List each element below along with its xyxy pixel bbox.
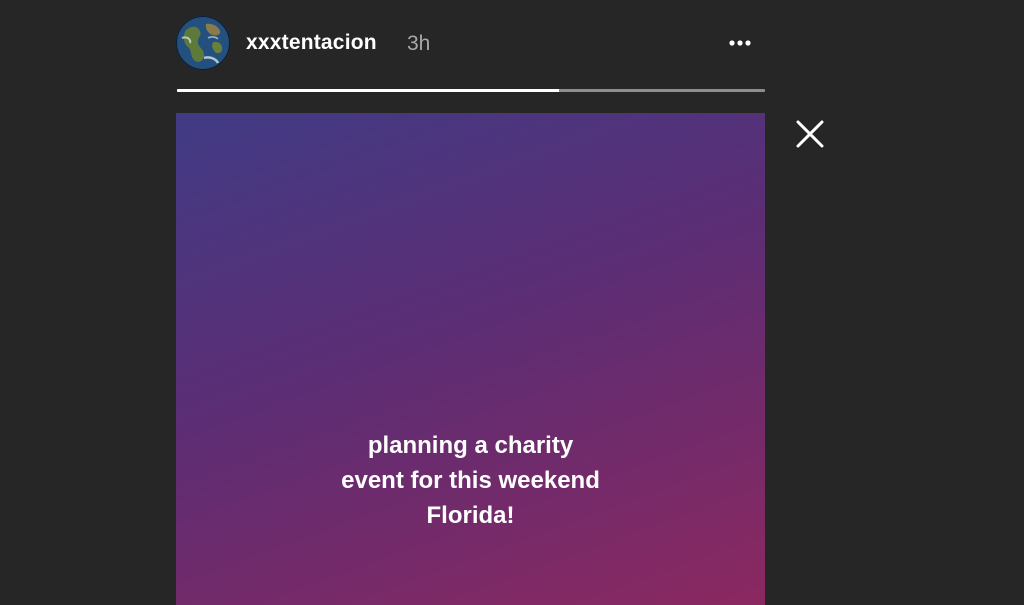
caption-line: planning a charity xyxy=(367,432,574,459)
earth-globe-icon xyxy=(176,16,230,70)
story-progress-bar xyxy=(177,89,765,92)
avatar[interactable] xyxy=(176,16,230,70)
timestamp: 3h xyxy=(407,32,431,55)
story-header: xxxtentacion 3h xyxy=(176,16,765,70)
more-options-button[interactable] xyxy=(722,28,758,58)
close-button[interactable] xyxy=(792,116,828,152)
close-icon xyxy=(796,120,824,148)
more-options-icon xyxy=(729,40,751,46)
caption-line: event for this weekend xyxy=(341,467,600,494)
caption-line: Florida! xyxy=(426,502,515,529)
story-viewer: xxxtentacion 3h planning a charity event… xyxy=(0,0,1024,605)
story-progress-fill xyxy=(177,89,560,92)
username[interactable]: xxxtentacion xyxy=(246,31,377,55)
story-media[interactable]: planning a charity event for this weeken… xyxy=(176,113,765,605)
story-caption: planning a charity event for this weeken… xyxy=(176,428,765,533)
